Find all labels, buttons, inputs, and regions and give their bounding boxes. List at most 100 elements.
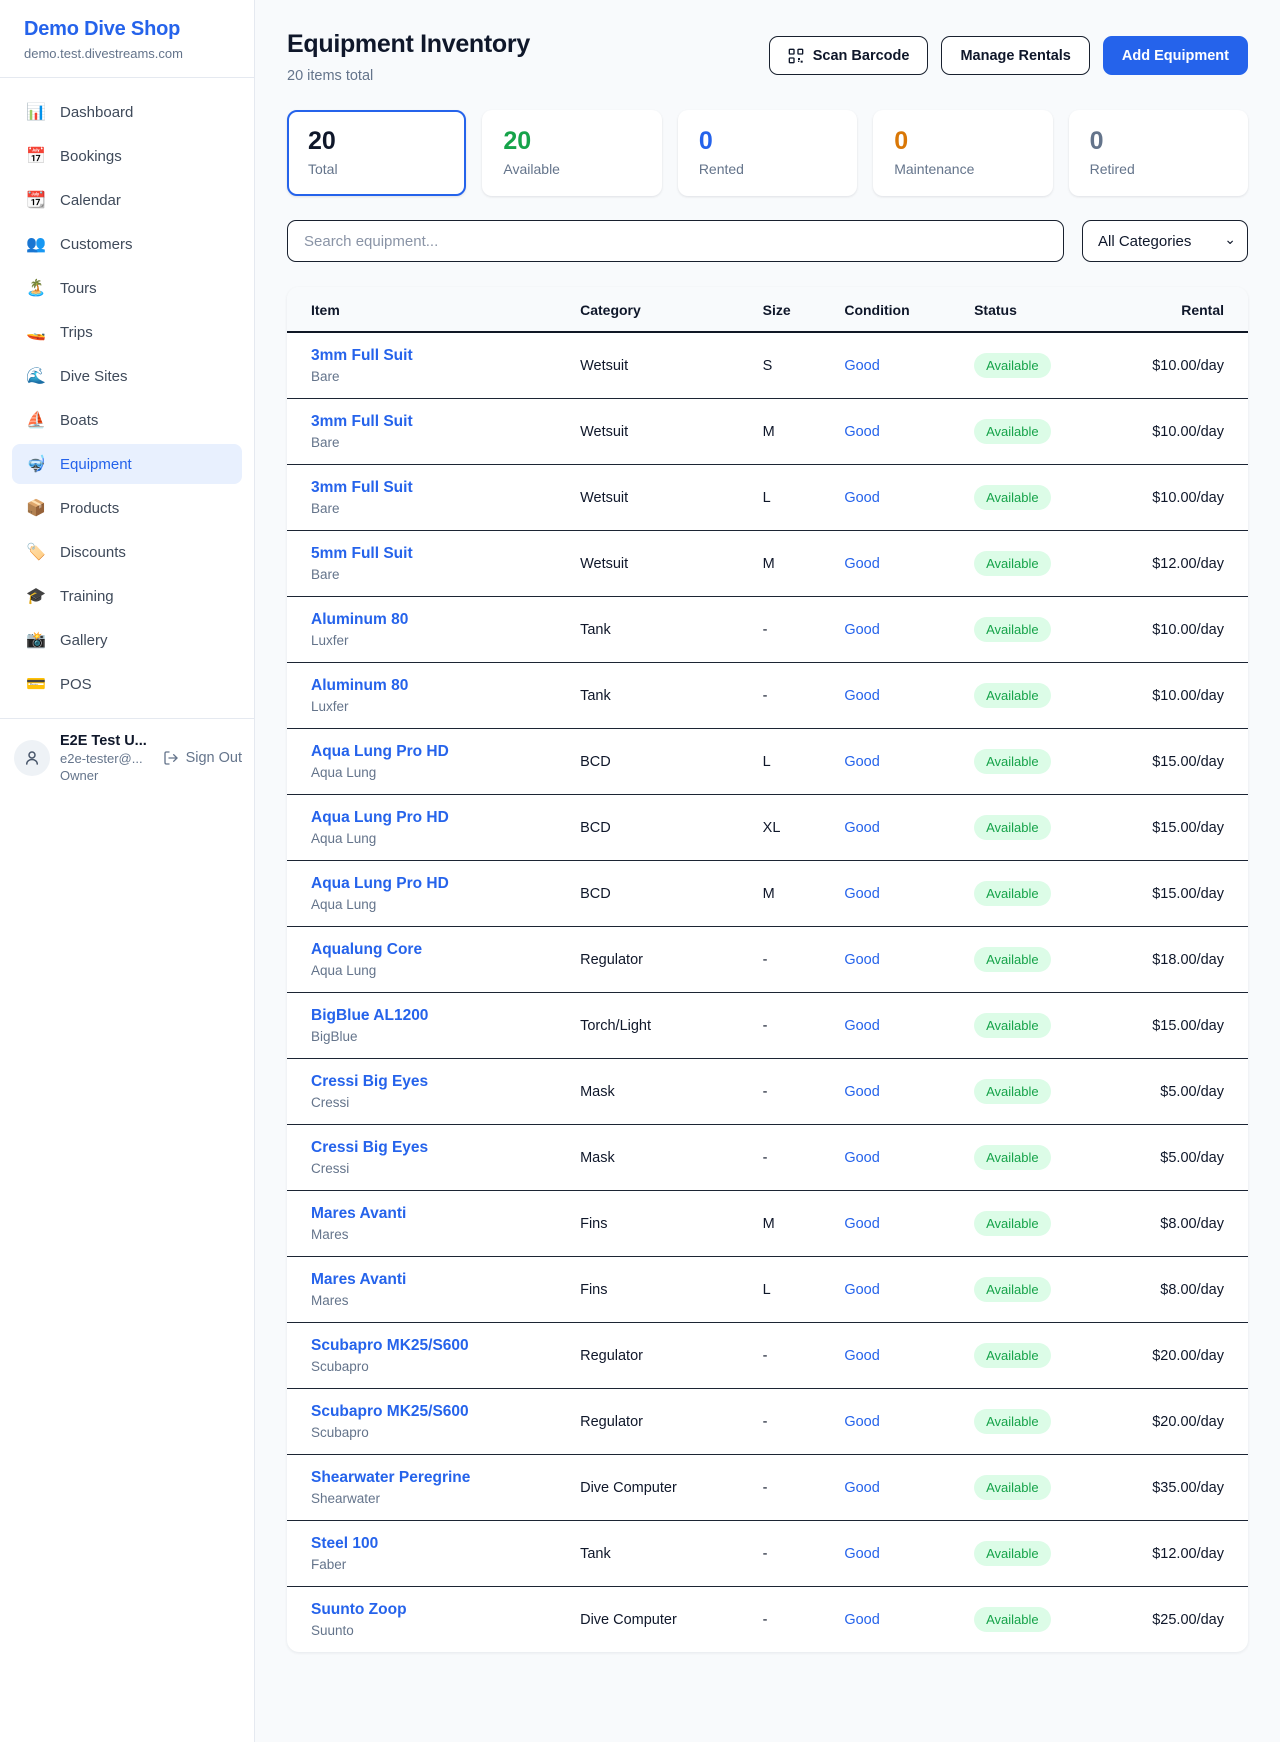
item-name-link[interactable]: BigBlue AL1200: [311, 1007, 580, 1025]
condition-link[interactable]: Good: [844, 754, 879, 770]
sidebar-item-label: Training: [60, 588, 114, 605]
sidebar-item-label: Calendar: [60, 192, 121, 209]
size-cell: -: [763, 927, 845, 993]
status-badge: Available: [974, 1409, 1051, 1434]
size-cell: L: [763, 1257, 845, 1323]
search-input[interactable]: [287, 220, 1064, 262]
table-row: Aluminum 80 Luxfer Tank - Good Available…: [287, 663, 1248, 729]
stat-card-maintenance[interactable]: 0 Maintenance: [873, 110, 1052, 196]
size-cell: -: [763, 1323, 845, 1389]
category-select[interactable]: All Categories: [1082, 220, 1248, 262]
condition-cell: Good: [844, 1191, 974, 1257]
sign-out-button[interactable]: Sign Out: [163, 750, 242, 766]
condition-link[interactable]: Good: [844, 490, 879, 506]
size-cell: M: [763, 861, 845, 927]
stat-value: 0: [1090, 127, 1227, 156]
condition-link[interactable]: Good: [844, 556, 879, 572]
rental-cell: $10.00/day: [1128, 663, 1248, 729]
condition-link[interactable]: Good: [844, 358, 879, 374]
sidebar-item-label: POS: [60, 676, 92, 693]
sidebar-item-boats[interactable]: ⛵ Boats: [12, 400, 242, 440]
status-badge: Available: [974, 1277, 1051, 1302]
item-name-link[interactable]: 5mm Full Suit: [311, 545, 580, 563]
item-brand: Faber: [311, 1557, 580, 1572]
condition-link[interactable]: Good: [844, 1018, 879, 1034]
condition-link[interactable]: Good: [844, 952, 879, 968]
item-name-link[interactable]: Aqua Lung Pro HD: [311, 809, 580, 827]
manage-rentals-button[interactable]: Manage Rentals: [941, 36, 1089, 75]
condition-link[interactable]: Good: [844, 1348, 879, 1364]
category-cell: BCD: [580, 861, 763, 927]
item-name-link[interactable]: 3mm Full Suit: [311, 413, 580, 431]
stat-card-available[interactable]: 20 Available: [482, 110, 661, 196]
stat-card-total[interactable]: 20 Total: [287, 110, 466, 196]
category-cell: Mask: [580, 1059, 763, 1125]
condition-link[interactable]: Good: [844, 1546, 879, 1562]
sidebar-item-pos[interactable]: 💳 POS: [12, 664, 242, 704]
condition-cell: Good: [844, 1125, 974, 1191]
item-name-link[interactable]: Shearwater Peregrine: [311, 1469, 580, 1487]
condition-link[interactable]: Good: [844, 886, 879, 902]
stat-card-rented[interactable]: 0 Rented: [678, 110, 857, 196]
condition-link[interactable]: Good: [844, 1480, 879, 1496]
item-name-link[interactable]: Suunto Zoop: [311, 1601, 580, 1619]
item-brand: Aqua Lung: [311, 831, 580, 846]
category-cell: Fins: [580, 1257, 763, 1323]
item-name-link[interactable]: 3mm Full Suit: [311, 479, 580, 497]
rental-cell: $12.00/day: [1128, 531, 1248, 597]
sidebar-item-gallery[interactable]: 📸 Gallery: [12, 620, 242, 660]
condition-link[interactable]: Good: [844, 424, 879, 440]
sidebar-item-equipment[interactable]: 🤿 Equipment: [12, 444, 242, 484]
sidebar-item-products[interactable]: 📦 Products: [12, 488, 242, 528]
sidebar-item-training[interactable]: 🎓 Training: [12, 576, 242, 616]
rental-cell: $15.00/day: [1128, 795, 1248, 861]
table-row: Mares Avanti Mares Fins M Good Available…: [287, 1191, 1248, 1257]
size-cell: XL: [763, 795, 845, 861]
item-name-link[interactable]: Aluminum 80: [311, 611, 580, 629]
item-name-link[interactable]: 3mm Full Suit: [311, 347, 580, 365]
item-name-link[interactable]: Aqua Lung Pro HD: [311, 743, 580, 761]
sidebar-item-customers[interactable]: 👥 Customers: [12, 224, 242, 264]
brand-name[interactable]: Demo Dive Shop: [24, 18, 230, 41]
item-brand: Bare: [311, 369, 580, 384]
condition-link[interactable]: Good: [844, 1084, 879, 1100]
table-header-row: Item Category Size Condition Status Rent…: [287, 287, 1248, 332]
item-name-link[interactable]: Scubapro MK25/S600: [311, 1403, 580, 1421]
equipment-table-body: 3mm Full Suit Bare Wetsuit S Good Availa…: [287, 332, 1248, 1652]
item-name-link[interactable]: Aqua Lung Pro HD: [311, 875, 580, 893]
sidebar-item-trips[interactable]: 🚤 Trips: [12, 312, 242, 352]
stat-card-retired[interactable]: 0 Retired: [1069, 110, 1248, 196]
sidebar-item-discounts[interactable]: 🏷️ Discounts: [12, 532, 242, 572]
condition-link[interactable]: Good: [844, 1612, 879, 1628]
add-equipment-button[interactable]: Add Equipment: [1103, 36, 1248, 75]
stat-label: Maintenance: [894, 161, 1031, 177]
condition-link[interactable]: Good: [844, 820, 879, 836]
sidebar-item-calendar[interactable]: 📆 Calendar: [12, 180, 242, 220]
sign-out-label: Sign Out: [186, 750, 242, 766]
item-name-link[interactable]: Mares Avanti: [311, 1205, 580, 1223]
item-name-link[interactable]: Mares Avanti: [311, 1271, 580, 1289]
sidebar-item-tours[interactable]: 🏝️ Tours: [12, 268, 242, 308]
sidebar-item-label: Dashboard: [60, 104, 133, 121]
rental-cell: $15.00/day: [1128, 993, 1248, 1059]
sidebar-item-bookings[interactable]: 📅 Bookings: [12, 136, 242, 176]
item-name-link[interactable]: Steel 100: [311, 1535, 580, 1553]
item-name-link[interactable]: Aluminum 80: [311, 677, 580, 695]
scan-barcode-button[interactable]: Scan Barcode: [769, 36, 929, 75]
size-cell: -: [763, 993, 845, 1059]
condition-link[interactable]: Good: [844, 1414, 879, 1430]
condition-link[interactable]: Good: [844, 1282, 879, 1298]
item-name-link[interactable]: Cressi Big Eyes: [311, 1073, 580, 1091]
item-brand: Scubapro: [311, 1425, 580, 1440]
condition-link[interactable]: Good: [844, 1150, 879, 1166]
condition-link[interactable]: Good: [844, 622, 879, 638]
condition-link[interactable]: Good: [844, 688, 879, 704]
sidebar-item-dive-sites[interactable]: 🌊 Dive Sites: [12, 356, 242, 396]
item-name-link[interactable]: Aqualung Core: [311, 941, 580, 959]
sidebar-item-dashboard[interactable]: 📊 Dashboard: [12, 92, 242, 132]
condition-link[interactable]: Good: [844, 1216, 879, 1232]
item-name-link[interactable]: Scubapro MK25/S600: [311, 1337, 580, 1355]
condition-cell: Good: [844, 1587, 974, 1653]
item-brand: Luxfer: [311, 633, 580, 648]
item-name-link[interactable]: Cressi Big Eyes: [311, 1139, 580, 1157]
